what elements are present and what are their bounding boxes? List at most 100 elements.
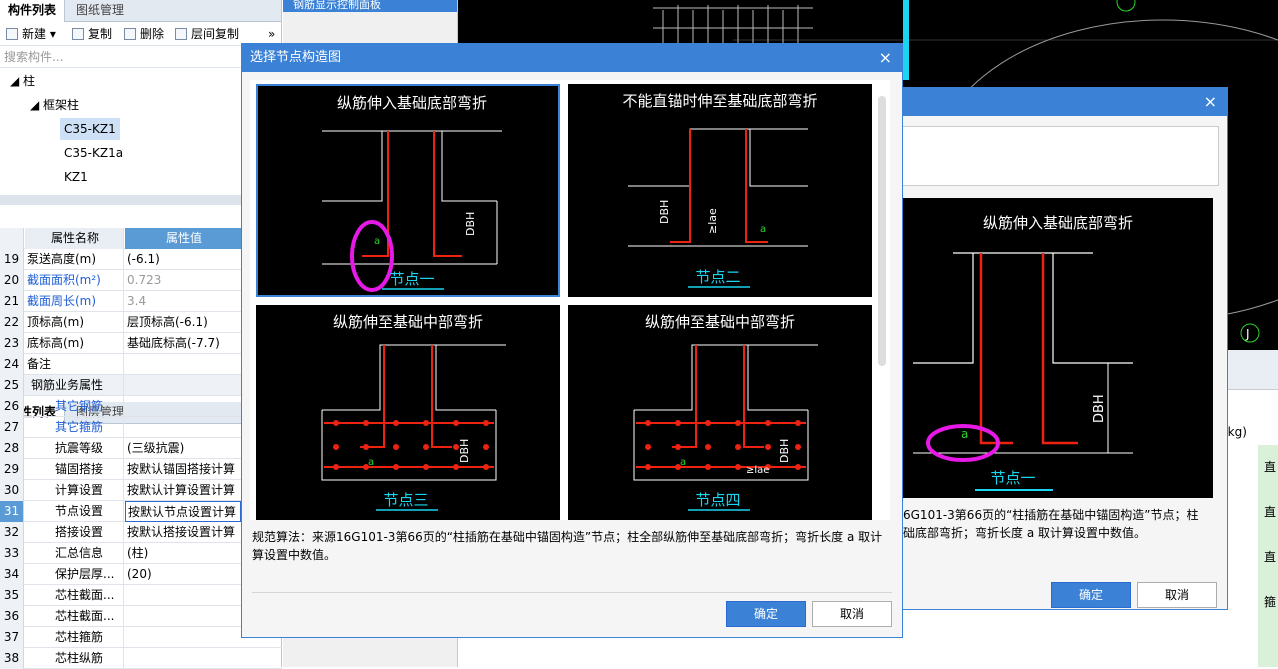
property-value[interactable] bbox=[125, 354, 241, 375]
property-row[interactable]: 31 节点设置 按默认节点设置计算 bbox=[0, 501, 282, 522]
property-row[interactable]: 20 截面面积(m²) 0.723 bbox=[0, 270, 282, 291]
property-value[interactable] bbox=[125, 606, 241, 627]
property-row[interactable]: 37 芯柱箍筋 bbox=[0, 627, 282, 648]
tree-node-frame-column[interactable]: ◢ 框架柱 bbox=[30, 94, 79, 116]
table-cell: 直 bbox=[1264, 550, 1277, 564]
tree-item[interactable]: C35-KZ1a bbox=[64, 142, 123, 164]
property-value[interactable] bbox=[125, 417, 241, 438]
property-value[interactable]: (-6.1) bbox=[125, 249, 241, 270]
property-name: 保护层厚... bbox=[25, 564, 124, 585]
property-value[interactable]: 0.723 bbox=[125, 270, 241, 291]
table-cell: 箍 bbox=[1264, 595, 1277, 609]
property-row[interactable]: 22 顶标高(m) 层顶标高(-6.1) bbox=[0, 312, 282, 333]
property-row[interactable]: 24 备注 bbox=[0, 354, 282, 375]
property-row[interactable]: 38 芯柱纵筋 bbox=[0, 648, 282, 669]
svg-text:≥lae: ≥lae bbox=[746, 465, 769, 476]
row-number: 19 bbox=[0, 249, 24, 270]
node-image-2[interactable]: 不能直锚时伸至基础底部弯折 DBH ≥lae a 节点二 bbox=[568, 84, 872, 297]
property-name: 备注 bbox=[25, 354, 124, 375]
property-row[interactable]: 26 其它钢筋 bbox=[0, 396, 282, 417]
property-name: 锚固搭接 bbox=[25, 459, 124, 480]
property-value[interactable] bbox=[125, 627, 241, 648]
row-number: 31 bbox=[0, 501, 24, 522]
delete-button[interactable]: 删除 bbox=[124, 22, 164, 46]
property-name: 泵送高度(m) bbox=[25, 249, 124, 270]
row-number: 32 bbox=[0, 522, 24, 543]
row-number: 26 bbox=[0, 396, 24, 417]
cad-axis-label: J bbox=[1245, 327, 1250, 341]
svg-text:DBH: DBH bbox=[458, 439, 471, 463]
row-number: 29 bbox=[0, 459, 24, 480]
property-value[interactable]: 按默认搭接设置计算 bbox=[125, 522, 241, 543]
property-row[interactable]: 33 汇总信息 (柱) bbox=[0, 543, 282, 564]
copy-button[interactable]: 复制 bbox=[72, 22, 112, 46]
tree-root[interactable]: ◢ 柱 bbox=[10, 70, 35, 92]
select-node-dialog: 选择节点构造图 × 纵筋伸入基础底部弯折 DBH a 节点一 不能直锚时伸至基础底… bbox=[241, 43, 903, 638]
col-header-name: 属性名称 bbox=[25, 228, 124, 249]
close-icon[interactable]: × bbox=[879, 44, 892, 72]
property-value[interactable]: (20) bbox=[125, 564, 241, 585]
property-row[interactable]: 28 抗震等级 (三级抗震) bbox=[0, 438, 282, 459]
property-row[interactable]: 21 截面周长(m) 3.4 bbox=[0, 291, 282, 312]
tab-drawing-management[interactable]: 图纸管理 bbox=[68, 0, 132, 22]
property-row[interactable]: 25 钢筋业务属性 bbox=[0, 375, 282, 396]
property-name: 汇总信息 bbox=[25, 543, 124, 564]
svg-text:a: a bbox=[368, 457, 374, 468]
property-value[interactable]: 3.4 bbox=[125, 291, 241, 312]
property-row[interactable]: 27 其它箍筋 bbox=[0, 417, 282, 438]
table-cell: 直 bbox=[1264, 505, 1277, 519]
search-input[interactable]: 搜索构件... bbox=[0, 46, 281, 68]
ok-button[interactable]: 确定 bbox=[726, 601, 806, 627]
svg-text:DBH: DBH bbox=[778, 439, 791, 463]
property-row[interactable]: 29 锚固搭接 按默认锚固搭接计算 bbox=[0, 459, 282, 480]
property-row[interactable]: 36 芯柱截面... bbox=[0, 606, 282, 627]
row-number: 35 bbox=[0, 585, 24, 606]
component-tree: ◢ 柱 ◢ 框架柱 C35-KZ1 C35-KZ1a KZ1 bbox=[0, 68, 281, 196]
property-row[interactable]: 35 芯柱截面... bbox=[0, 585, 282, 606]
cancel-button[interactable]: 取消 bbox=[812, 601, 892, 627]
property-row[interactable]: 23 底标高(m) 基础底标高(-7.7) bbox=[0, 333, 282, 354]
tree-item[interactable]: KZ1 bbox=[64, 166, 88, 188]
property-value[interactable]: 按默认锚固搭接计算 bbox=[125, 459, 241, 480]
row-number: 33 bbox=[0, 543, 24, 564]
col-header-value: 属性值 bbox=[125, 228, 241, 249]
delete-icon bbox=[124, 28, 136, 40]
property-value[interactable]: 层顶标高(-6.1) bbox=[125, 312, 241, 333]
floor-copy-button[interactable]: 层间复制 bbox=[175, 22, 239, 46]
property-value[interactable] bbox=[125, 396, 241, 417]
node-image-4[interactable]: 纵筋伸至基础中部弯折 DBH ≥lae a 节点四 bbox=[568, 305, 872, 520]
property-value[interactable]: (柱) bbox=[125, 543, 241, 564]
close-icon[interactable]: × bbox=[1204, 88, 1217, 116]
property-row[interactable]: 30 计算设置 按默认计算设置计算 bbox=[0, 480, 282, 501]
node-label: 节点二 bbox=[695, 268, 740, 286]
property-value[interactable]: 按默认节点设置计算 bbox=[125, 501, 241, 522]
control-panel-title: 钢筋显示控制面板 bbox=[283, 0, 457, 12]
svg-text:DBH: DBH bbox=[464, 212, 477, 236]
property-value[interactable] bbox=[125, 375, 241, 396]
property-row[interactable]: 19 泵送高度(m) (-6.1) bbox=[0, 249, 282, 270]
dialog-title: 选择节点构造图 bbox=[250, 50, 342, 65]
row-number: 27 bbox=[0, 417, 24, 438]
property-value[interactable] bbox=[125, 648, 241, 669]
node-image-1[interactable]: 纵筋伸入基础底部弯折 DBH a 节点一 bbox=[256, 84, 560, 297]
property-name: 芯柱箍筋 bbox=[25, 627, 124, 648]
property-value[interactable]: 按默认计算设置计算 bbox=[125, 480, 241, 501]
tree-item[interactable]: C35-KZ1 bbox=[60, 118, 120, 140]
component-panel: 构件列表 图纸管理 新建 ▾ 复制 删除 层间复制 » 搜索构件... ◢ 柱 … bbox=[0, 0, 282, 669]
ok-button[interactable]: 确定 bbox=[1051, 582, 1131, 608]
property-row[interactable]: 32 搭接设置 按默认搭接设置计算 bbox=[0, 522, 282, 543]
property-row[interactable]: 34 保护层厚... (20) bbox=[0, 564, 282, 585]
cancel-button[interactable]: 取消 bbox=[1137, 582, 1217, 608]
property-value[interactable]: 基础底标高(-7.7) bbox=[125, 333, 241, 354]
property-value[interactable] bbox=[125, 585, 241, 606]
scrollbar[interactable] bbox=[878, 96, 886, 366]
node-description: 规范算法：来源16G101-3第66页的“柱插筋在基础中锚固构造”节点；柱全部纵… bbox=[252, 530, 883, 562]
property-name: 顶标高(m) bbox=[25, 312, 124, 333]
node-label: 节点四 bbox=[695, 491, 740, 509]
node-title: 纵筋伸至基础中部弯折 bbox=[645, 313, 795, 331]
property-value[interactable]: (三级抗震) bbox=[125, 438, 241, 459]
node-image-3[interactable]: 纵筋伸至基础中部弯折 DBH a 节点三 bbox=[256, 305, 560, 520]
tab-component-list[interactable]: 构件列表 bbox=[0, 0, 66, 22]
new-button[interactable]: 新建 ▾ bbox=[6, 22, 56, 46]
node-title: 不能直锚时伸至基础底部弯折 bbox=[622, 92, 817, 110]
